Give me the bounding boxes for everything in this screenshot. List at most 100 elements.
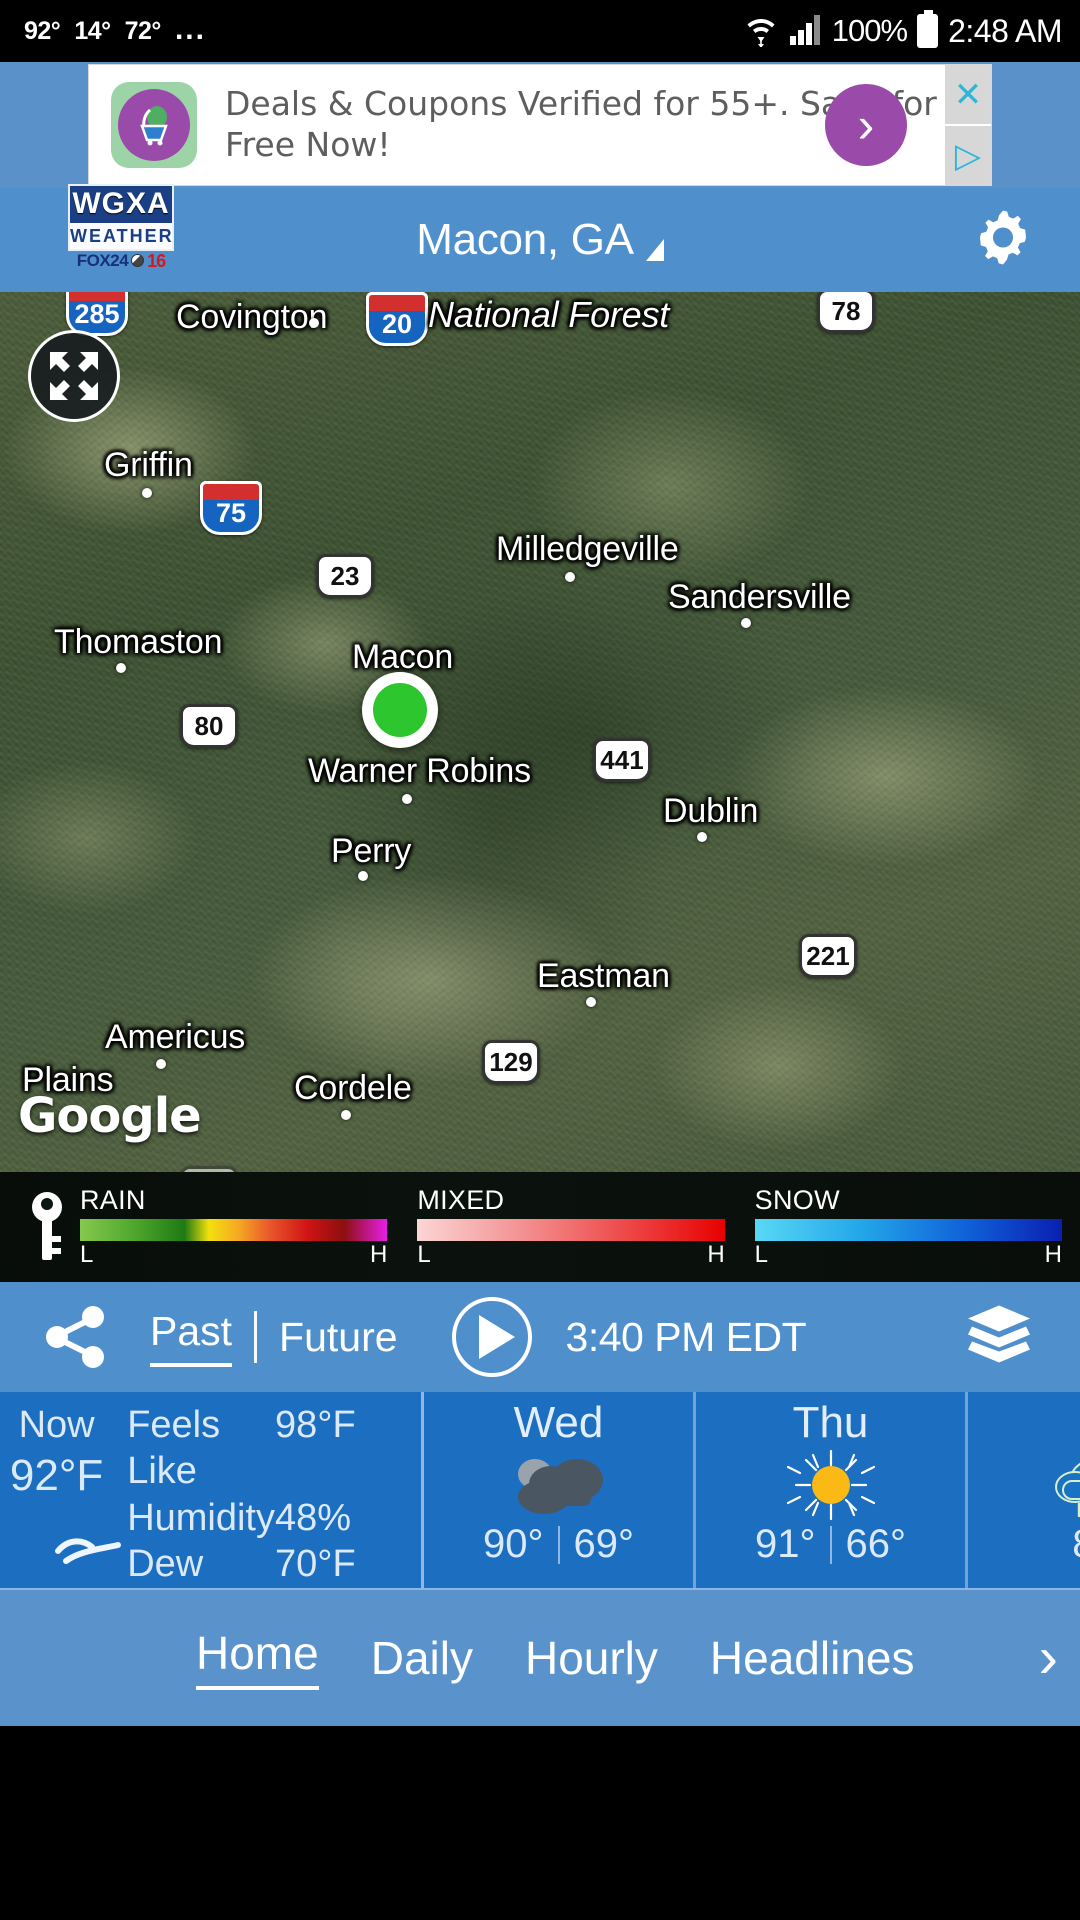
logo-channel-number: 16 [147,250,166,271]
bottom-navigation: Home Daily Hourly Headlines › [0,1588,1080,1726]
condition-value-humidity: 48% [275,1496,352,1539]
interstate-shield-75: 75 [200,481,262,535]
map-label-national-forest: National Forest [428,294,670,335]
map-city-dot [697,832,707,842]
forecast-high: 91° [755,1522,816,1567]
status-clock: 2:48 AM [948,12,1062,49]
current-conditions-panel[interactable]: Now 92°F Feels Like 98°F Humidity 48% De… [0,1392,1080,1678]
map-label-perry: Perry [331,832,412,870]
legend-gradient-mixed [417,1219,725,1241]
logo-fox-row: FOX24 16 [68,252,174,270]
logo-fox-text: FOX24 [76,251,129,271]
radar-timestamp: 3:40 PM EDT [565,1313,807,1360]
forecast-temps: 87° [1072,1522,1080,1567]
forecast-day-fri[interactable]: F 87° [968,1392,1080,1588]
ad-content[interactable]: Deals & Coupons Verified for 55+. Save f… [88,64,992,186]
expand-arrows-icon[interactable] [28,330,120,422]
temp-divider [557,1525,560,1564]
forecast-day-wed[interactable]: Wed 90° 69° [424,1392,696,1588]
nav-item-hourly[interactable]: Hourly [525,1631,658,1685]
legend-item-snow: SNOW L H [754,1185,1062,1269]
map-label-milledgeville: Milledgeville [496,530,679,568]
now-detail-rows: Feels Like 98°F Humidity 48% Dew Point 7… [113,1392,421,1678]
legend-high-snow: H [1044,1241,1062,1268]
ad-close-button[interactable]: ✕ [945,65,991,124]
wind-icon [52,1531,134,1576]
legend-title-rain: RAIN [80,1185,146,1215]
wgxa-logo[interactable]: WGXA WEATHER FOX24 16 [68,184,174,292]
google-attribution: Google [18,1088,202,1144]
ad-cta-button[interactable]: › [825,84,907,166]
ad-info-button[interactable]: ▷ [945,124,991,185]
chevron-right-icon[interactable]: › [1039,1628,1058,1686]
forecast-temps: 90° 69° [483,1522,634,1567]
wifi-icon [744,11,778,52]
cell-signal-icon [788,12,822,51]
status-bar-left: 92° 14° 72° ... [24,14,206,46]
app-screen: 92° 14° 72° ... 100% 2:48 AM Deals & Cou… [0,0,1080,1920]
status-overflow-icon[interactable]: ... [175,14,206,44]
cloudy-icon [499,1448,619,1522]
legend-gradient-rain [80,1219,388,1241]
triangle-caret-icon [645,239,664,261]
sunny-icon [776,1448,886,1522]
map-city-dot [116,663,126,673]
forecast-day-thu[interactable]: Thu 91° 66° [696,1392,968,1588]
status-bar-right: 100% 2:48 AM [744,10,1062,52]
route-shield-23: 23 [316,554,374,598]
condition-label-feels-like: Feels Like [127,1404,221,1493]
forecast-temps: 91° 66° [755,1522,906,1567]
map-label-eastman: Eastman [537,957,670,995]
battery-full-icon [917,10,939,48]
key-icon[interactable] [14,1190,80,1264]
now-summary: Now 92°F [0,1392,121,1588]
tab-divider [254,1311,258,1363]
legend-scales: RAIN L H MIXED L H SNOW L H [80,1185,1080,1269]
tab-future[interactable]: Future [279,1314,398,1361]
condition-row: Feels Like 98°F [127,1402,403,1495]
now-label: Now [18,1404,95,1446]
legend-endpoints-mixed: L H [417,1241,724,1269]
current-location-marker[interactable] [362,672,438,748]
forecast-low: 66° [845,1522,907,1567]
map-label-dublin: Dublin [663,792,759,830]
ad-banner[interactable]: Deals & Coupons Verified for 55+. Save f… [0,62,1080,188]
forecast-low: 69° [573,1522,635,1567]
logo-circle-icon [131,254,145,268]
forecast-high: 90° [483,1522,544,1567]
route-shield-129: 129 [482,1040,540,1084]
gear-icon[interactable] [972,207,1034,274]
legend-item-mixed: MIXED L H [417,1185,725,1269]
app-header: WGXA WEATHER FOX24 16 Macon, GA [0,184,1080,292]
legend-high-rain: H [369,1241,388,1268]
tab-past[interactable]: Past [150,1308,233,1367]
legend-gradient-snow [754,1219,1062,1241]
map-label-griffin: Griffin [104,446,193,484]
battery-percent: 100% [831,13,908,48]
nav-item-daily[interactable]: Daily [371,1631,473,1685]
forecast-high: 87° [1072,1522,1080,1567]
now-conditions[interactable]: Now 92°F Feels Like 98°F Humidity 48% De… [0,1392,424,1678]
time-mode-tabs: Past Future [150,1308,398,1367]
logo-weather-text: WEATHER [68,222,174,251]
play-icon[interactable] [451,1297,532,1377]
map-city-dot [142,488,152,498]
radar-map[interactable]: 285 20 75 78 23 80 441 221 129 19 Nation… [0,292,1080,1172]
logo-callsign: WGXA [68,184,174,223]
forecast-day-name: Wed [513,1398,604,1447]
legend-title-mixed: MIXED [417,1185,505,1215]
nav-item-headlines[interactable]: Headlines [710,1631,915,1685]
nav-item-home[interactable]: Home [196,1626,319,1690]
status-temp-3: 72° [124,16,162,45]
layers-icon[interactable] [966,1304,1032,1371]
legend-low-rain: L [80,1241,94,1268]
map-city-dot [156,1059,166,1069]
legend-endpoints-snow: L H [755,1241,1062,1269]
map-city-dot [586,997,596,1007]
map-label-cordele: Cordele [294,1069,412,1107]
share-icon[interactable] [0,1303,150,1371]
condition-row: Humidity 48% [127,1495,403,1541]
condition-value-feels-like: 98°F [275,1404,356,1446]
daily-forecast-strip[interactable]: Wed 90° 69° Thu 91° 66° [424,1392,1080,1588]
map-city-dot [309,318,319,328]
